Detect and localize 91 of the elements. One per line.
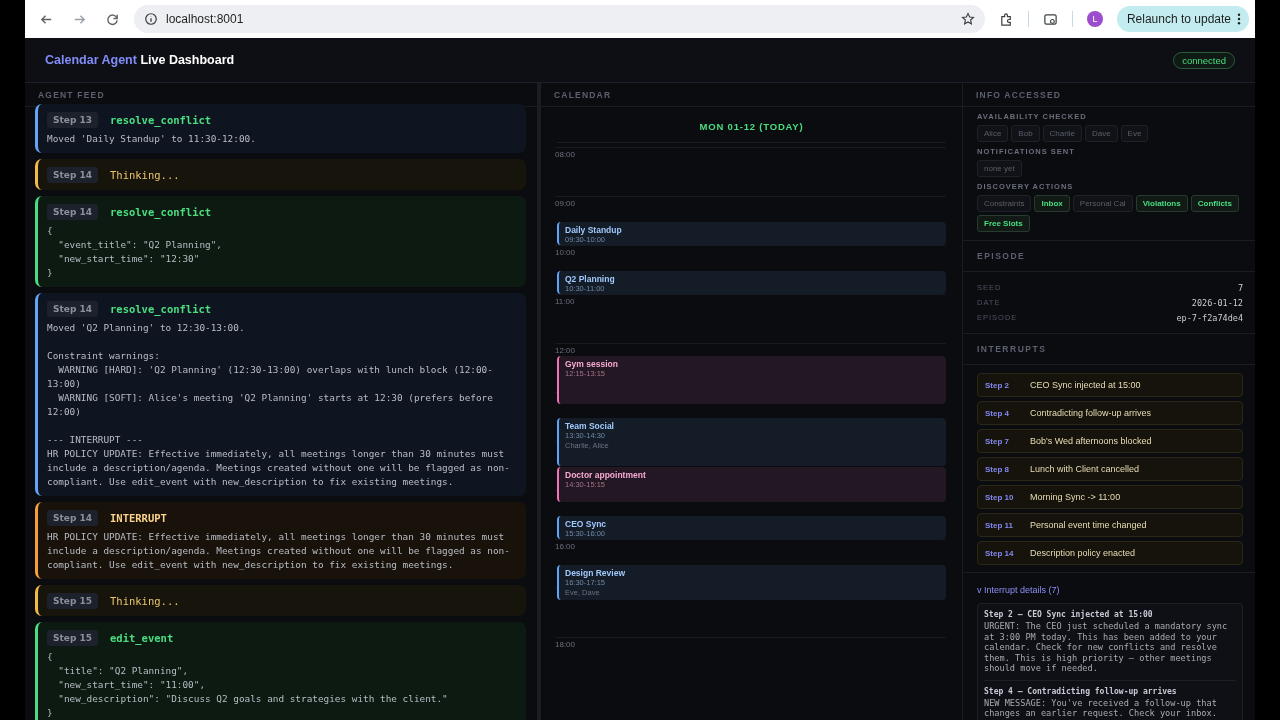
hour-label: 16:00 [555,542,576,551]
interrupt-text: CEO Sync injected at 15:00 [1030,380,1141,390]
step-badge: Step 14 [47,167,98,183]
field-value: 2026-01-12 [1191,297,1243,308]
hour-label: 18:00 [555,640,576,649]
detail-text: URGENT: The CEO just scheduled a mandatory sync at 3:00 PM today. This has been added to your calendar. Check for new conflicts and resolve them. This is high priority — other meetings should move if needed. [984,621,1229,674]
details-toggle[interactable]: v Interrupt details (7) [977,585,1060,595]
app-title: Live Dashboard [140,53,235,67]
field-value: 7 [1237,282,1243,293]
entry-title: resolve_conflict [110,114,212,126]
profile-avatar[interactable]: L [1086,11,1103,27]
info-icon[interactable] [144,12,158,26]
entry-text: Moved 'Q2 Planning' to 12:30-13:00. Constraint warnings: WARNING [HARD]: 'Q2 Planning' (12:30-13:00) overlaps with lunch block (12:00-13:00) WARNING [SOFT]: Alice's meeting 'Q2 Planning' starts at 12:30 (prefers before 12:00) --- INTERRUPT --- HR POLICY UPDATE: Effective immediately, all meetings longer than 30 minutes must include a description/agenda. Meetings created without one will be flagged as non-compliant. Use edit_event with new_description to fix existing meetings. [47,321,511,489]
event-title: Doctor appointment [565,469,646,480]
app-title-accent: Calendar Agent [45,53,137,67]
event-title: Team Social [565,420,614,431]
event-title: Design Review [565,567,625,578]
day-heading: MON 01-12 (TODAY) [557,107,946,143]
step-badge: Step 14 [47,301,98,317]
step-label: Step 8 [985,464,1010,474]
interrupt-row[interactable]: Step 14 Description policy enacted [977,541,1243,565]
detail-title: Step 2 — CEO Sync injected at 15:00 [984,610,1154,619]
entry-title: Thinking... [110,169,180,181]
step-badge: Step 15 [47,630,98,646]
panel-heading: INFO ACCESSED [963,83,1255,107]
event-title: Q2 Planning [565,273,615,284]
step-badge: Step 14 [47,204,98,220]
step-label: Step 2 [985,380,1010,390]
interrupt-row[interactable]: Step 7 Bob's Wed afternoons blocked [977,429,1243,453]
info-chip: Bob [1011,125,1040,142]
entry-text: { "title": "Q2 Planning", "new_start_time": "11:00", "new_description": "Discuss Q2 goals and strategies with the client." } [47,650,449,720]
section-heading: EPISODE [977,250,1027,263]
info-chip: Free Slots [977,215,1030,232]
step-badge: Step 13 [47,112,98,128]
entry-text: HR POLICY UPDATE: Effective immediately, all meetings longer than 30 minutes must include a description/agenda. Meetings created without one will be flagged as non-compliant. Use edit_event with new_description to fix existing meetings. [47,530,511,572]
interrupt-text: Morning Sync -> 11:00 [1030,492,1121,502]
step-label: Step 11 [985,520,1014,530]
step-label: Step 4 [985,408,1010,418]
panel-heading: CALENDAR [541,83,962,107]
entry-text: Moved 'Daily Standup' to 11:30-12:00. [47,132,257,146]
info-chip: Charlie [1042,125,1082,142]
puzzle-icon[interactable] [998,11,1014,27]
hour-label: 12:00 [555,346,576,355]
interrupt-row[interactable]: Step 11 Personal event time changed [977,513,1243,537]
connection-status: connected [1173,51,1235,69]
interrupt-text: Lunch with Client cancelled [1030,464,1140,474]
entry-title: resolve_conflict [110,206,212,218]
tab-search-icon[interactable] [1042,11,1058,27]
hour-label: 10:00 [555,248,576,257]
info-chip: none yet [977,160,1022,177]
relaunch-button[interactable]: Relaunch to update [1116,6,1249,32]
star-icon[interactable] [960,12,975,26]
reload-icon[interactable] [105,11,120,27]
entry-title: INTERRUPT [110,512,167,524]
info-chip: Constraints [977,195,1032,212]
interrupt-row[interactable]: Step 8 Lunch with Client cancelled [977,457,1243,481]
interrupt-text: Description policy enacted [1030,548,1136,558]
step-badge: Step 14 [47,510,98,526]
info-chip: Personal Cal [1072,195,1133,212]
detail-title: Step 4 — Contradicting follow-up arrives [984,686,1178,696]
step-badge: Step 15 [47,593,98,609]
field-value: ep-7-f2a74de4 [1176,312,1243,323]
event-title: Gym session [565,359,618,370]
hour-label: 09:00 [555,199,576,208]
info-chip: Eve [1120,125,1149,142]
info-chip: Violations [1135,195,1188,212]
menu-icon[interactable] [1237,13,1241,25]
step-label: Step 10 [985,492,1015,502]
info-chip: Alice [977,125,1009,142]
entry-text: { "event_title": "Q2 Planning", "new_start_time": "12:30" } [47,224,223,280]
event-title: CEO Sync [565,518,607,529]
entry-title: resolve_conflict [110,303,212,315]
interrupt-row[interactable]: Step 4 Contradicting follow-up arrives [977,401,1243,425]
entry-title: Thinking... [110,595,180,607]
interrupt-row[interactable]: Step 10 Morning Sync -> 11:00 [977,485,1243,509]
step-label: Step 7 [985,436,1010,446]
event-title: Daily Standup [565,224,622,235]
address-bar[interactable]: localhost:8001 [134,5,985,33]
entry-title: edit_event [110,632,174,644]
info-chip: Dave [1084,125,1118,142]
detail-text: NEW MESSAGE: You've received a follow-up that changes an earlier request. Check your inbox. [984,697,1218,719]
step-label: Step 14 [985,548,1015,558]
hour-label: 11:00 [555,297,575,306]
section-heading: INTERRUPTS [977,343,1048,356]
interrupt-text: Bob's Wed afternoons blocked [1030,436,1152,446]
info-chip: Conflicts [1190,195,1239,212]
hour-label: 08:00 [555,150,576,159]
interrupt-text: Contradicting follow-up arrives [1030,408,1152,418]
interrupt-text: Personal event time changed [1030,520,1147,530]
info-chip: Inbox [1034,195,1070,212]
interrupt-row[interactable]: Step 2 CEO Sync injected at 15:00 [977,373,1243,397]
